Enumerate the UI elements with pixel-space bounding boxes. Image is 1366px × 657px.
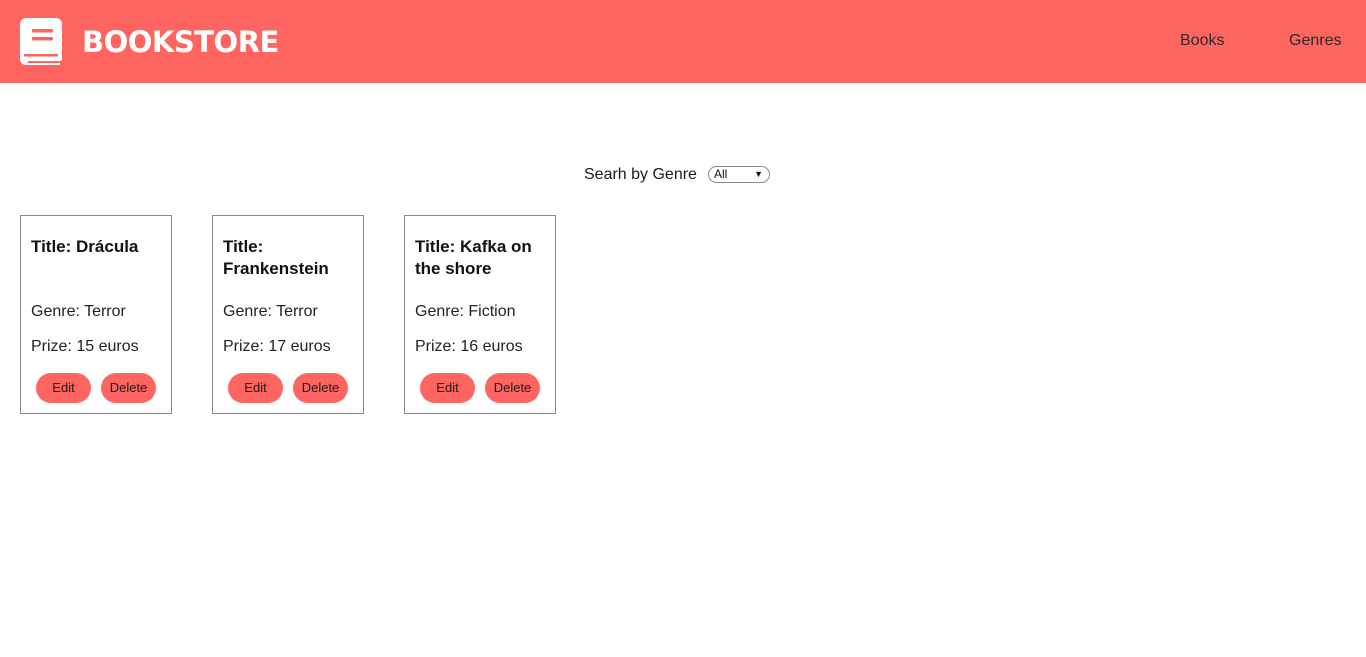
book-genre: Genre: Fiction — [415, 303, 516, 320]
book-title: Title: Drácula — [31, 237, 139, 256]
book-prize: Prize: 15 euros — [31, 338, 139, 355]
book-card: Title: Drácula Genre: Terror Prize: 15 e… — [20, 215, 172, 414]
chevron-down-icon: ▼ — [754, 169, 763, 179]
book-card: Title: Frankenstein Genre: Terror Prize:… — [212, 215, 364, 414]
nav-genres-link[interactable]: Genres — [1289, 30, 1341, 52]
edit-button[interactable]: Edit — [36, 373, 91, 403]
top-header: BOOKSTORE Books Genres — [0, 0, 1366, 83]
book-prize: Prize: 16 euros — [415, 338, 523, 355]
genre-select[interactable]: All ▼ — [708, 166, 770, 183]
book-title: Title: Frankenstein — [223, 237, 329, 278]
book-icon[interactable] — [20, 18, 62, 65]
nav-books-link[interactable]: Books — [1180, 30, 1224, 52]
book-title: Title: Kafka on the shore — [415, 237, 532, 278]
book-genre: Genre: Terror — [223, 303, 318, 320]
book-prize: Prize: 17 euros — [223, 338, 331, 355]
delete-button[interactable]: Delete — [101, 373, 156, 403]
delete-button[interactable]: Delete — [485, 373, 540, 403]
edit-button[interactable]: Edit — [420, 373, 475, 403]
genre-select-value: All — [714, 167, 728, 181]
book-card: Title: Kafka on the shore Genre: Fiction… — [404, 215, 556, 414]
search-by-genre-label: Searh by Genre — [584, 166, 697, 183]
brand-title[interactable]: BOOKSTORE — [82, 22, 279, 62]
edit-button[interactable]: Edit — [228, 373, 283, 403]
book-genre: Genre: Terror — [31, 303, 126, 320]
delete-button[interactable]: Delete — [293, 373, 348, 403]
genre-search-bar: Searh by Genre All ▼ — [0, 164, 1366, 186]
